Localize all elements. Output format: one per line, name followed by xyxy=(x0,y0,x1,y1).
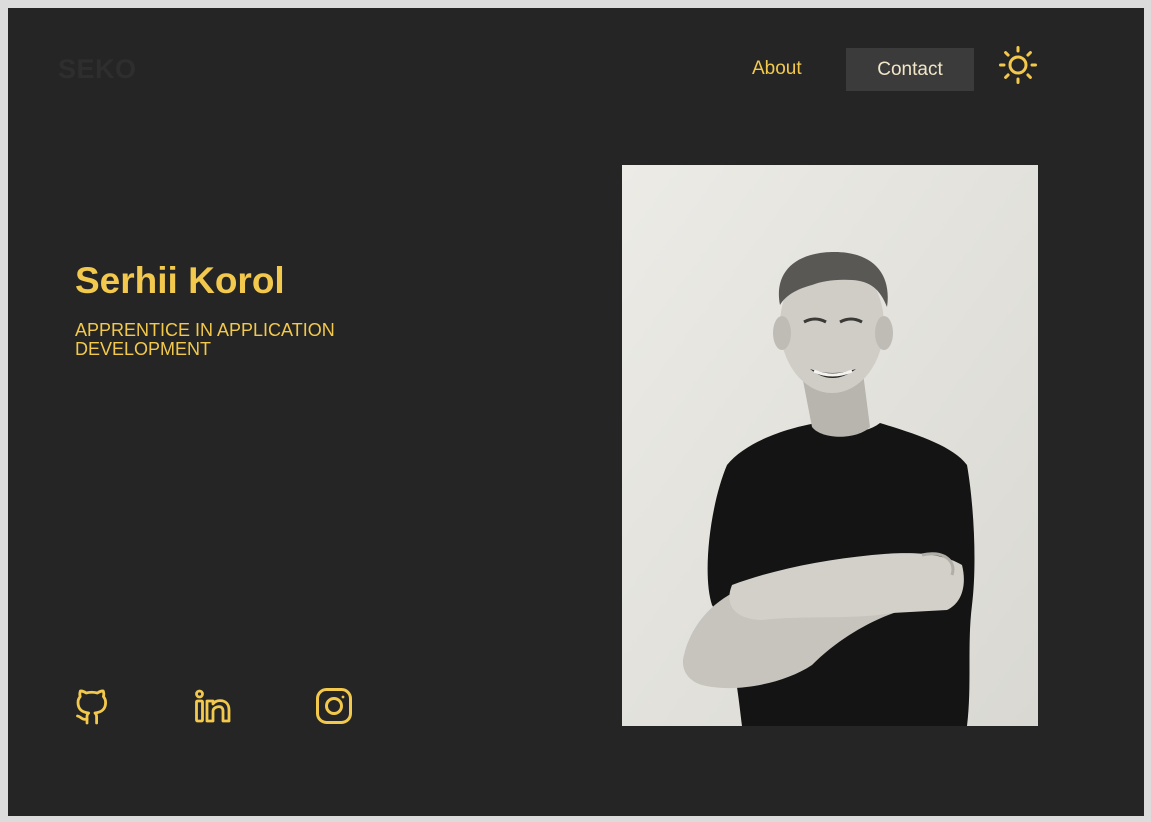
linkedin-icon xyxy=(195,689,231,723)
site-logo[interactable]: SEKO xyxy=(58,54,137,85)
linkedin-link[interactable] xyxy=(193,686,233,726)
instagram-icon xyxy=(316,688,352,724)
theme-toggle-button[interactable] xyxy=(998,45,1038,85)
portrait-illustration xyxy=(622,165,1038,726)
hero-role: APPRENTICE IN APPLICATION DEVELOPMENT xyxy=(75,320,335,359)
nav-contact-button[interactable]: Contact xyxy=(846,48,974,91)
nav-about-link[interactable]: About xyxy=(752,58,802,80)
hero-name: Serhii Korol xyxy=(75,260,285,301)
github-link[interactable] xyxy=(72,686,112,726)
github-icon xyxy=(76,689,107,725)
portrait-photo xyxy=(622,165,1038,726)
instagram-link[interactable] xyxy=(314,686,354,726)
page-frame: SEKO About Contact Serhii Korol APPRENTI… xyxy=(8,8,1144,816)
sun-icon xyxy=(999,46,1037,84)
